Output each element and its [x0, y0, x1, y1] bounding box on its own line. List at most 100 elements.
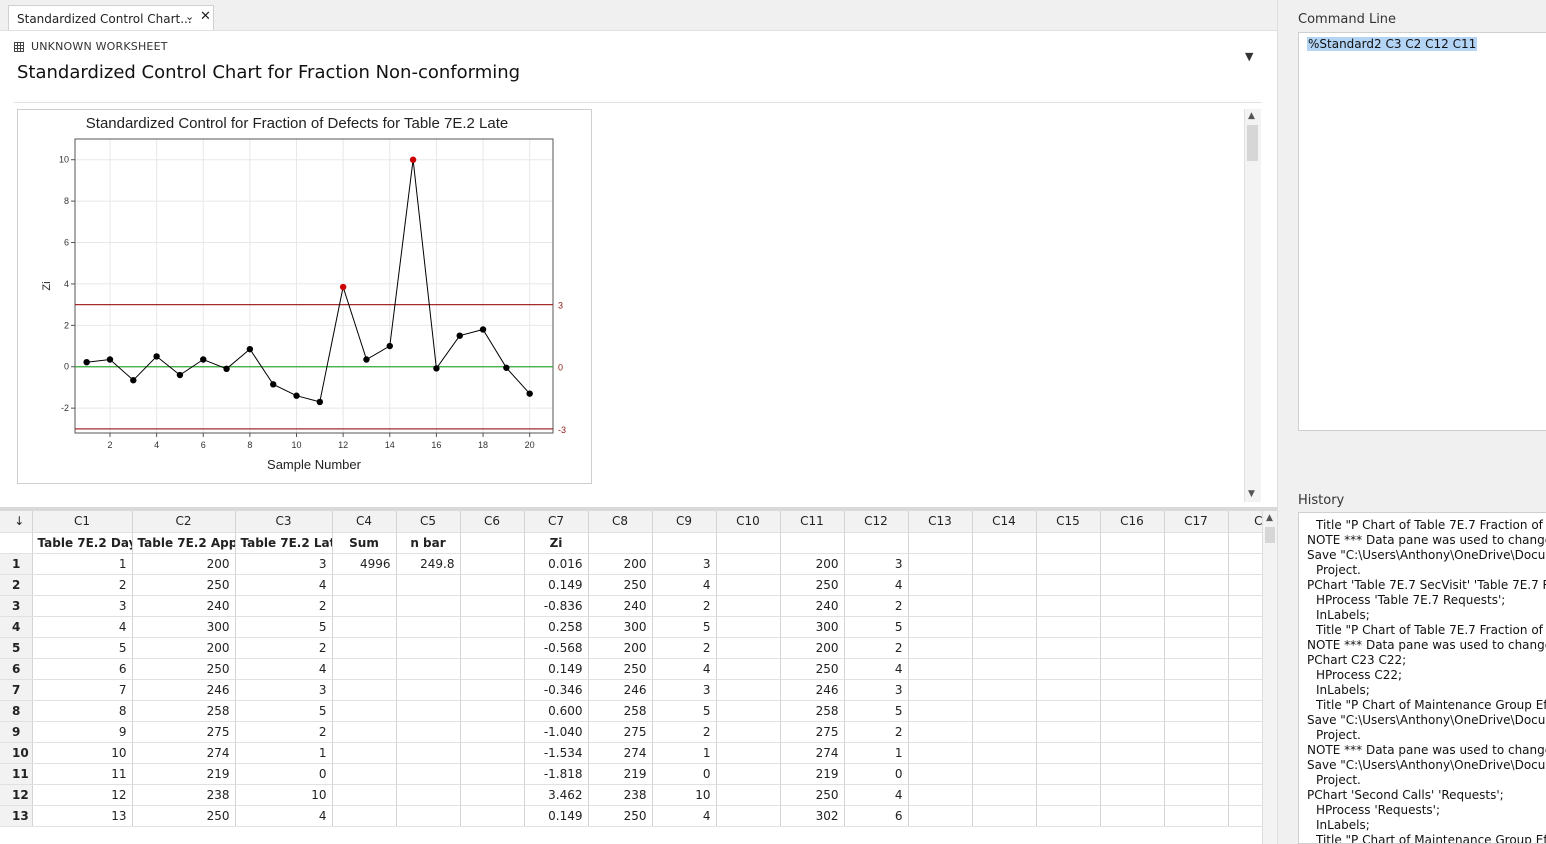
table-cell[interactable]	[396, 679, 461, 701]
history-line[interactable]: HProcess 'Requests';	[1316, 803, 1440, 818]
table-cell[interactable]: 240	[780, 595, 845, 617]
table-cell[interactable]	[396, 763, 461, 785]
column-name[interactable]	[1036, 532, 1101, 554]
table-cell[interactable]	[1100, 700, 1165, 722]
table-cell[interactable]: 6	[32, 658, 133, 680]
table-cell[interactable]	[972, 553, 1037, 575]
column-name[interactable]	[780, 532, 845, 554]
table-cell[interactable]	[1228, 595, 1262, 617]
table-cell[interactable]	[460, 574, 525, 596]
table-cell[interactable]: 258	[588, 700, 653, 722]
table-cell[interactable]	[1164, 553, 1229, 575]
table-cell[interactable]	[716, 553, 781, 575]
history-line[interactable]: InLabels;	[1316, 608, 1370, 623]
table-cell[interactable]	[396, 805, 461, 827]
table-cell[interactable]: 302	[780, 805, 845, 827]
table-cell[interactable]	[908, 574, 973, 596]
column-header[interactable]: C15	[1036, 511, 1101, 533]
table-cell[interactable]	[460, 616, 525, 638]
table-cell[interactable]: 4	[844, 658, 909, 680]
history-line[interactable]: NOTE *** Data pane was used to change th…	[1307, 743, 1546, 758]
table-cell[interactable]	[1164, 763, 1229, 785]
table-cell[interactable]	[332, 700, 397, 722]
history-line[interactable]: Save "C:\Users\Anthony\OneDrive\Document	[1307, 758, 1546, 773]
table-cell[interactable]: 246	[132, 679, 236, 701]
scroll-up-icon[interactable]: ▲	[1248, 111, 1255, 121]
column-name[interactable]	[1228, 532, 1262, 554]
table-cell[interactable]	[1228, 721, 1262, 743]
table-cell[interactable]: 2	[235, 637, 333, 659]
table-cell[interactable]	[908, 679, 973, 701]
table-cell[interactable]	[1036, 721, 1101, 743]
table-cell[interactable]: 4	[235, 658, 333, 680]
column-header[interactable]: C13	[908, 511, 973, 533]
table-cell[interactable]: 0.149	[524, 658, 589, 680]
table-cell[interactable]: 0.149	[524, 574, 589, 596]
table-cell[interactable]: 5	[844, 700, 909, 722]
table-cell[interactable]	[1228, 742, 1262, 764]
table-cell[interactable]: 2	[844, 721, 909, 743]
control-chart[interactable]: Standardized Control for Fraction of Def…	[17, 109, 592, 484]
row-number[interactable]: 7	[0, 679, 33, 701]
table-cell[interactable]	[1100, 742, 1165, 764]
table-cell[interactable]: 2	[652, 595, 717, 617]
table-cell[interactable]: 219	[588, 763, 653, 785]
table-cell[interactable]	[332, 805, 397, 827]
table-cell[interactable]: 0.149	[524, 805, 589, 827]
table-cell[interactable]: 246	[780, 679, 845, 701]
column-name[interactable]: Table 7E.2 Day	[32, 532, 133, 554]
table-cell[interactable]: 258	[780, 700, 845, 722]
table-cell[interactable]	[908, 784, 973, 806]
table-cell[interactable]: 2	[235, 721, 333, 743]
table-cell[interactable]	[908, 721, 973, 743]
table-cell[interactable]	[716, 763, 781, 785]
table-cell[interactable]: 5	[844, 616, 909, 638]
table-cell[interactable]	[1164, 784, 1229, 806]
history-line[interactable]: NOTE *** Data pane was used to change th…	[1307, 638, 1546, 653]
table-cell[interactable]	[1100, 616, 1165, 638]
table-cell[interactable]: 5	[235, 700, 333, 722]
column-name[interactable]	[1100, 532, 1165, 554]
table-cell[interactable]	[972, 574, 1037, 596]
table-cell[interactable]	[1164, 700, 1229, 722]
table-cell[interactable]: -1.818	[524, 763, 589, 785]
table-cell[interactable]	[1228, 658, 1262, 680]
table-cell[interactable]	[396, 742, 461, 764]
table-cell[interactable]: 4	[844, 574, 909, 596]
table-cell[interactable]	[908, 553, 973, 575]
table-cell[interactable]	[396, 784, 461, 806]
table-cell[interactable]	[1100, 679, 1165, 701]
row-number[interactable]: 6	[0, 658, 33, 680]
table-cell[interactable]	[332, 637, 397, 659]
history-line[interactable]: Save "C:\Users\Anthony\OneDrive\Document	[1307, 713, 1546, 728]
table-cell[interactable]	[460, 679, 525, 701]
table-cell[interactable]	[1228, 679, 1262, 701]
history-line[interactable]: HProcess C22;	[1316, 668, 1402, 683]
column-header[interactable]: C8	[588, 511, 653, 533]
table-cell[interactable]: 3.462	[524, 784, 589, 806]
history-line[interactable]: InLabels;	[1316, 683, 1370, 698]
table-cell[interactable]: 4	[844, 784, 909, 806]
column-name[interactable]: Sum	[332, 532, 397, 554]
table-cell[interactable]	[908, 616, 973, 638]
column-name[interactable]	[652, 532, 717, 554]
table-cell[interactable]	[396, 637, 461, 659]
table-cell[interactable]: 250	[780, 658, 845, 680]
table-cell[interactable]: 250	[588, 805, 653, 827]
row-number[interactable]: 4	[0, 616, 33, 638]
table-cell[interactable]	[716, 805, 781, 827]
table-cell[interactable]: 4	[235, 805, 333, 827]
table-cell[interactable]	[1036, 595, 1101, 617]
column-name[interactable]: Zi	[524, 532, 589, 554]
table-cell[interactable]	[1100, 637, 1165, 659]
table-cell[interactable]: 300	[132, 616, 236, 638]
history-line[interactable]: Save "C:\Users\Anthony\OneDrive\Document	[1307, 548, 1546, 563]
table-cell[interactable]	[332, 721, 397, 743]
table-cell[interactable]: 1	[235, 742, 333, 764]
table-cell[interactable]	[1036, 742, 1101, 764]
table-cell[interactable]	[396, 595, 461, 617]
command-line-input[interactable]: %Standard2 C3 C2 C12 C11	[1298, 32, 1546, 431]
table-cell[interactable]	[908, 637, 973, 659]
table-cell[interactable]	[716, 595, 781, 617]
table-cell[interactable]: 0	[652, 763, 717, 785]
